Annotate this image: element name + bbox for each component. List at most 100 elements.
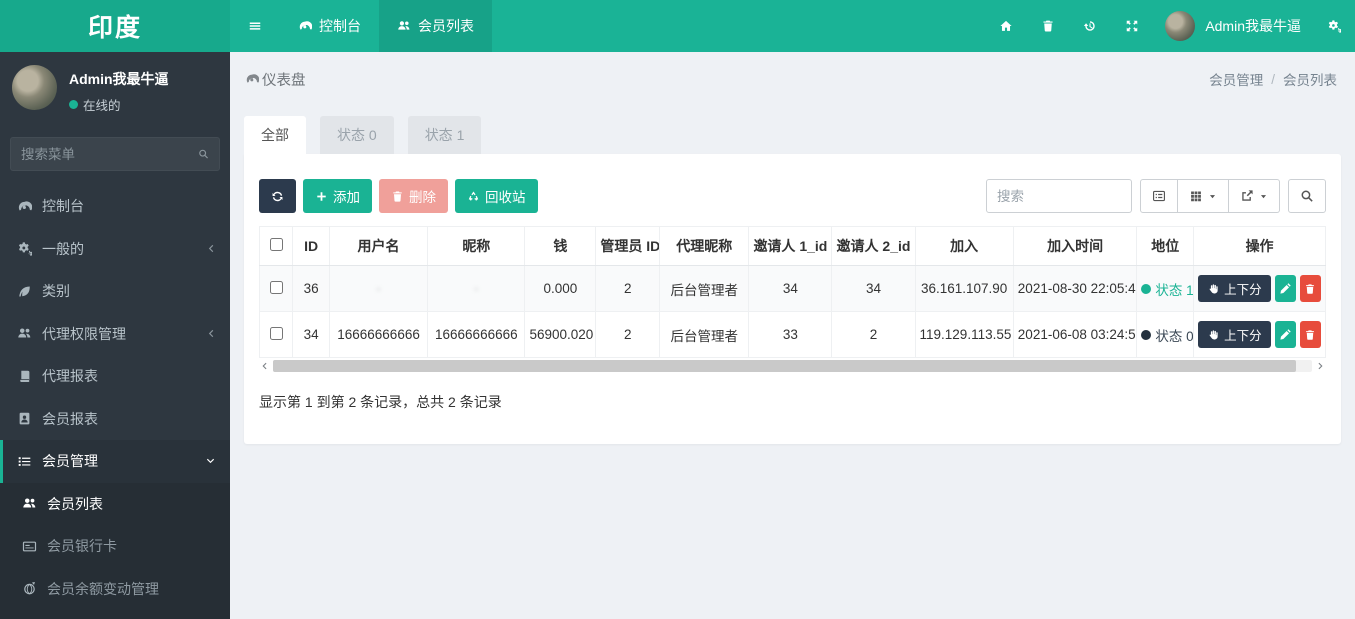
trash-button[interactable] [1027,0,1069,52]
tab-status-1[interactable]: 状态 1 [407,116,482,154]
cell-nickname: 16666666666 [427,311,526,358]
column-header[interactable]: 地位 [1136,226,1195,266]
plus-icon [315,190,328,203]
scroll-right-icon[interactable] [1316,361,1326,371]
row-checkbox[interactable] [269,326,283,340]
column-header[interactable]: 用户名 [328,226,429,266]
export-button[interactable] [1229,179,1280,213]
columns-button[interactable] [1178,179,1229,213]
column-header[interactable]: 邀请人 2_id [831,226,916,266]
cell-nickname: · [474,281,479,296]
cell-join-ip: 36.161.107.90 [914,265,1014,312]
avatar [12,65,57,110]
search-icon[interactable] [198,147,209,161]
sidebar-item-agent-permission[interactable]: 代理权限管理 [0,313,230,356]
recycle-icon [467,190,480,203]
sidebar-item-console[interactable]: 控制台 [0,185,230,228]
row-actions: 上下分 [1198,321,1321,348]
page-title: 仪表盘 [245,69,306,90]
sidebar-subitem-points-change[interactable]: 会员积分变动管理 [0,610,230,619]
breadcrumb: 会员管理 / 会员列表 [1209,69,1337,89]
home-icon [999,19,1013,33]
fullscreen-button[interactable] [1111,0,1153,52]
cell-username: · [376,281,381,296]
nav-item-member-list[interactable]: 会员列表 [379,0,492,52]
navbar-user-menu[interactable]: Admin我最牛逼 [1153,0,1313,52]
brand-logo[interactable]: 印度 [0,0,230,52]
gears-icon [1327,19,1341,33]
scrollbar-track[interactable] [273,360,1312,372]
online-dot-icon [69,100,78,109]
cell-join-time: 2021-08-30 22:05:40 [1012,265,1138,312]
column-header[interactable]: 邀请人 1_id [748,226,833,266]
sidebar-item-member-report[interactable]: 会员报表 [0,398,230,441]
column-header[interactable]: 代理昵称 [659,226,750,266]
users-icon [22,496,37,511]
member-list-card: 添加 删除 回收站 搜索 ID 用户名 昵称 钱 管理员 ID 代理昵称 邀请人… [244,154,1341,444]
settings-button[interactable] [1313,0,1355,52]
edit-button[interactable] [1274,275,1296,302]
nav-item-console[interactable]: 控制台 [280,0,379,52]
dashboard-icon [17,199,32,214]
scrollbar-thumb[interactable] [273,360,1297,372]
tab-status-0[interactable]: 状态 0 [320,116,394,154]
row-delete-button[interactable] [1299,321,1321,348]
pencil-icon [1279,329,1291,341]
sidebar-item-agent-report[interactable]: 代理报表 [0,355,230,398]
caret-down-icon [1208,192,1217,201]
add-button[interactable]: 添加 [303,179,372,213]
sidebar-user-name: Admin我最牛逼 [69,71,169,87]
column-header[interactable]: 操作 [1193,226,1326,266]
sidebar-item-label: 代理报表 [42,368,98,385]
table-toolbar: 添加 删除 回收站 [259,179,1326,213]
column-header[interactable]: 加入时间 [1012,226,1138,266]
book-icon [17,369,32,384]
score-adjust-button[interactable]: 上下分 [1198,275,1271,302]
column-header[interactable]: 昵称 [427,226,526,266]
column-header[interactable]: 钱 [524,226,597,266]
breadcrumb-parent[interactable]: 会员管理 [1209,69,1263,89]
sidebar-item-label: 类别 [42,283,70,300]
score-adjust-button[interactable]: 上下分 [1198,321,1271,348]
sidebar-item-general[interactable]: 一般的 [0,228,230,271]
home-button[interactable] [985,0,1027,52]
tab-all[interactable]: 全部 [244,116,306,154]
sidebar-item-member-management[interactable]: 会员管理 [0,440,230,483]
status-badge: 状态 0 [1141,325,1193,345]
advanced-search-button[interactable] [1288,179,1326,213]
column-header[interactable]: 加入 [914,226,1014,266]
select-all-checkbox[interactable] [269,238,283,251]
sidebar-search-input[interactable] [21,146,198,162]
sidebar-item-label: 会员银行卡 [47,538,117,555]
table-search-input[interactable] [986,179,1132,213]
sidebar-subitem-member-list[interactable]: 会员列表 [0,483,230,526]
cell-join-time: 2021-06-08 03:24:58 [1012,311,1138,358]
hand-icon [1207,329,1219,341]
sidebar-item-label: 会员余额变动管理 [47,580,159,597]
chevron-left-icon [205,243,216,254]
row-checkbox[interactable] [269,280,283,294]
history-button[interactable] [1069,0,1111,52]
sidebar-subitem-balance-change[interactable]: 会员余额变动管理 [0,568,230,611]
row-actions: 上下分 [1198,275,1321,302]
detail-view-button[interactable] [1140,179,1178,213]
column-header[interactable]: 管理员 ID [595,226,661,266]
row-delete-button[interactable] [1299,275,1321,302]
recycle-bin-button[interactable]: 回收站 [455,179,538,213]
history-icon [1083,19,1097,33]
trash-icon [1304,283,1316,295]
sidebar-item-category[interactable]: 类别 [0,270,230,313]
edit-button[interactable] [1274,321,1296,348]
nav-item-label: 控制台 [319,18,361,34]
breadcrumb-current: 会员列表 [1283,73,1337,88]
status-tabs: 全部 状态 0 状态 1 [244,116,1341,154]
column-header[interactable]: ID [292,226,330,266]
sidebar-toggle-button[interactable] [230,0,280,52]
refresh-button[interactable] [259,179,296,213]
scroll-left-icon[interactable] [259,361,269,371]
sidebar-subitem-member-bank-card[interactable]: 会员银行卡 [0,525,230,568]
sidebar-item-label: 一般的 [42,240,84,257]
sidebar-item-label: 代理权限管理 [42,325,126,342]
cell-money: 56900.020 [524,311,597,358]
delete-button[interactable]: 删除 [379,179,448,213]
